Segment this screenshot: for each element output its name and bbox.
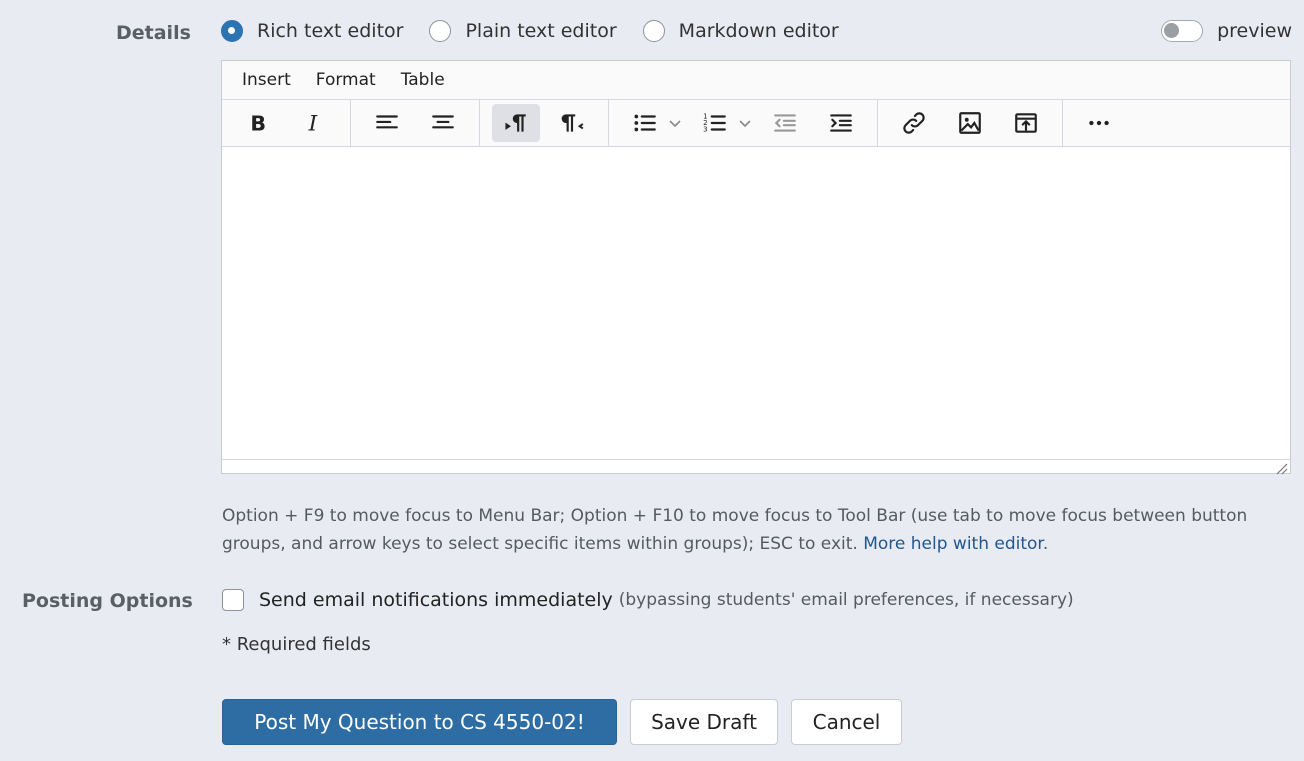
align-left-button[interactable] (363, 104, 411, 142)
menu-insert[interactable]: Insert (242, 70, 291, 90)
more-icon (1089, 120, 1109, 126)
link-icon (903, 112, 925, 134)
editor-help-link[interactable]: More help with editor (863, 534, 1043, 554)
ltr-paragraph-icon (505, 114, 526, 132)
chevron-down-icon[interactable] (667, 115, 683, 131)
radio-markdown[interactable]: Markdown editor (642, 20, 839, 42)
more-button[interactable] (1075, 104, 1123, 142)
menu-table[interactable]: Table (401, 70, 445, 90)
numbered-list-icon: 123 (703, 112, 726, 134)
upload-icon (1015, 113, 1037, 133)
bullet-list-icon (634, 114, 656, 132)
email-notification-note: (bypassing students' email preferences, … (618, 590, 1074, 610)
align-center-button[interactable] (419, 104, 467, 142)
svg-text:I: I (308, 112, 318, 136)
radio-rich-text[interactable]: Rich text editor (221, 20, 403, 42)
radio-markdown-circle[interactable] (642, 20, 665, 42)
posting-options-label: Posting Options (22, 590, 193, 612)
email-notification-option: Send email notifications immediately (by… (222, 589, 1074, 611)
upload-button[interactable] (1002, 104, 1050, 142)
outdent-icon (774, 114, 796, 132)
toolbar-group-direction (480, 100, 609, 146)
numbered-list-button[interactable]: 123 (691, 104, 739, 142)
radio-plain-text-label: Plain text editor (465, 20, 617, 42)
save-draft-button[interactable]: Save Draft (630, 699, 778, 745)
editor-help-text: Option + F9 to move focus to Menu Bar; O… (222, 502, 1282, 558)
toolbar-group-text-style: B I (222, 100, 351, 146)
outdent-button[interactable] (761, 104, 809, 142)
preview-label: preview (1217, 20, 1292, 42)
align-left-icon (376, 115, 398, 129)
bold-icon: B (250, 112, 266, 136)
radio-plain-text[interactable]: Plain text editor (429, 20, 617, 42)
editor-help-end: . (1042, 534, 1049, 554)
email-notification-label: Send email notifications immediately (259, 589, 613, 611)
editor-menubar: Insert Format Table (222, 61, 1290, 100)
editor-content-area[interactable] (222, 147, 1290, 459)
image-button[interactable] (946, 104, 994, 142)
menu-format[interactable]: Format (316, 70, 376, 90)
resize-handle-icon[interactable] (1275, 462, 1288, 475)
toolbar-group-insert (878, 100, 1063, 146)
post-question-button[interactable]: Post My Question to CS 4550-02! (222, 699, 617, 745)
bullet-list-button[interactable] (621, 104, 669, 142)
editor-statusbar (222, 459, 1290, 476)
rtl-paragraph-button[interactable] (548, 104, 596, 142)
chevron-down-icon[interactable] (737, 115, 753, 131)
details-label: Details (116, 22, 191, 44)
ltr-paragraph-button[interactable] (492, 104, 540, 142)
italic-icon: I (308, 112, 318, 136)
rich-text-editor: Insert Format Table B I 1 2 3 (221, 60, 1291, 476)
toolbar-group-more (1063, 100, 1135, 146)
preview-toggle-group: preview (1161, 20, 1292, 42)
image-icon (959, 112, 981, 134)
required-fields-note: * Required fields (222, 634, 371, 655)
svg-text:3: 3 (703, 125, 707, 134)
toolbar-group-lists: 123 (609, 100, 878, 146)
radio-markdown-label: Markdown editor (678, 20, 839, 42)
indent-button[interactable] (817, 104, 865, 142)
email-notification-checkbox[interactable] (222, 589, 244, 611)
align-center-icon (432, 115, 454, 129)
bold-button[interactable]: B (234, 104, 282, 142)
indent-icon (830, 114, 852, 132)
cancel-button[interactable]: Cancel (791, 699, 902, 745)
editor-mode-group: Rich text editor Plain text editor Markd… (221, 20, 865, 42)
italic-button[interactable]: I (290, 104, 338, 142)
svg-text:B: B (250, 112, 266, 136)
editor-help-body: Option + F9 to move focus to Menu Bar; O… (222, 506, 1248, 554)
radio-rich-text-label: Rich text editor (257, 20, 404, 42)
radio-rich-text-circle[interactable] (221, 20, 243, 42)
preview-toggle[interactable] (1161, 20, 1204, 42)
toolbar-group-align (351, 100, 480, 146)
rtl-paragraph-icon (561, 114, 584, 132)
radio-plain-text-circle[interactable] (429, 20, 452, 42)
link-button[interactable] (890, 104, 938, 142)
editor-toolbar: B I 1 2 3 (222, 100, 1290, 147)
